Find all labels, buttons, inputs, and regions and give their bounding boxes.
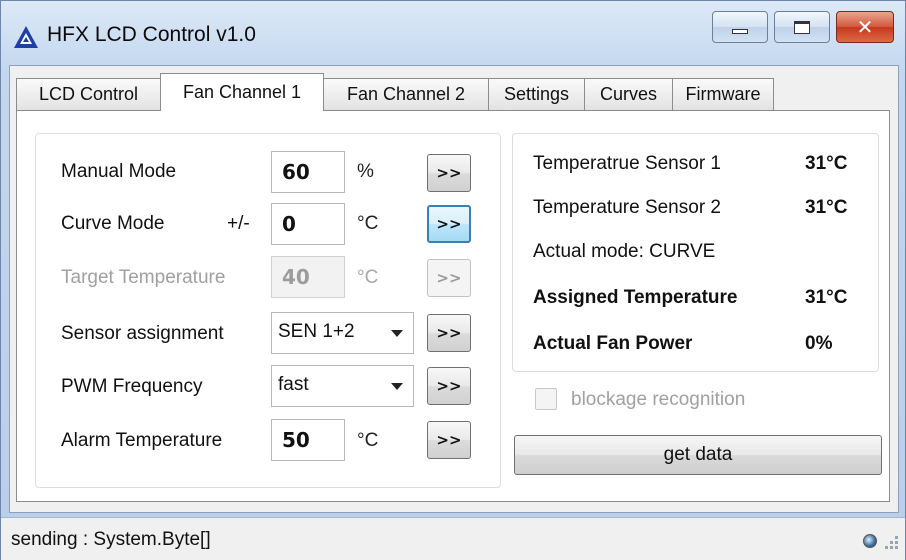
curve-mode-label: Curve Mode [61,213,165,234]
dropdown-arrow-icon [391,383,403,390]
maximize-button[interactable] [774,11,830,43]
pwm-frequency-value: fast [278,374,309,395]
minimize-icon [732,28,748,34]
resize-grip-icon[interactable] [885,536,899,550]
get-data-button[interactable]: get data [514,435,882,475]
tab-curves[interactable]: Curves [584,78,673,110]
blockage-recognition-label: blockage recognition [571,389,746,410]
minimize-button[interactable] [712,11,768,43]
alarm-temperature-unit: °C [357,430,379,451]
manual-mode-apply-button[interactable]: >> [427,154,471,192]
target-temperature-input[interactable]: 40 [271,256,345,298]
target-temperature-apply-button[interactable]: >> [427,259,471,297]
target-temperature-label: Target Temperature [61,267,226,288]
maximize-icon [794,20,810,34]
close-icon: ✕ [856,15,874,39]
manual-mode-input[interactable]: 60 [271,151,345,193]
fan-channel-1-page: Manual Mode 60 % >> Curve Mode +/- 0 °C … [16,110,890,502]
actual-fan-power-label: Actual Fan Power [533,333,693,354]
curve-mode-unit: °C [357,213,379,234]
pwm-frequency-select[interactable]: fast [271,365,414,407]
pwm-frequency-label: PWM Frequency [61,376,203,397]
assigned-temperature-value: 31°C [805,287,848,308]
status-bar: sending : System.Byte[] [1,517,905,560]
close-button[interactable]: ✕ [836,11,894,43]
app-logo-icon [14,26,38,48]
alarm-temperature-input[interactable]: 50 [271,419,345,461]
window-title: HFX LCD Control v1.0 [47,23,256,46]
tab-lcd-control[interactable]: LCD Control [16,78,161,110]
connection-indicator-icon [863,534,877,548]
alarm-temperature-apply-button[interactable]: >> [427,421,471,459]
tab-settings[interactable]: Settings [488,78,585,110]
tab-firmware[interactable]: Firmware [672,78,774,110]
alarm-temperature-label: Alarm Temperature [61,430,223,451]
target-temperature-unit: °C [357,267,379,288]
sensor-2-label: Temperature Sensor 2 [533,197,721,218]
actual-fan-power-value: 0% [805,333,833,354]
tab-fan-channel-1[interactable]: Fan Channel 1 [160,73,324,111]
sensor-1-label: Temperatrue Sensor 1 [533,153,721,174]
title-bar[interactable]: HFX LCD Control v1.0 ✕ [1,1,905,65]
pwm-frequency-apply-button[interactable]: >> [427,367,471,405]
client-area: LCD Control Fan Channel 1 Fan Channel 2 … [9,65,899,513]
app-window: HFX LCD Control v1.0 ✕ LCD Control Fan C… [0,0,906,560]
dropdown-arrow-icon [391,330,403,337]
manual-mode-unit: % [357,161,374,182]
sensor-1-value: 31°C [805,153,848,174]
manual-mode-label: Manual Mode [61,161,177,182]
curve-mode-apply-button[interactable]: >> [427,205,471,243]
curve-mode-offset-label: +/- [227,213,250,234]
curve-mode-input[interactable]: 0 [271,203,345,245]
tab-fan-channel-2[interactable]: Fan Channel 2 [323,78,489,110]
sensor-2-value: 31°C [805,197,848,218]
sensor-assignment-apply-button[interactable]: >> [427,314,471,352]
assigned-temperature-label: Assigned Temperature [533,287,738,308]
sensor-assignment-value: SEN 1+2 [278,321,355,342]
status-text: sending : System.Byte[] [11,529,211,550]
blockage-recognition-checkbox[interactable] [535,388,557,410]
sensor-assignment-select[interactable]: SEN 1+2 [271,312,414,354]
sensor-assignment-label: Sensor assignment [61,323,224,344]
actual-mode-text: Actual mode: CURVE [533,241,716,262]
